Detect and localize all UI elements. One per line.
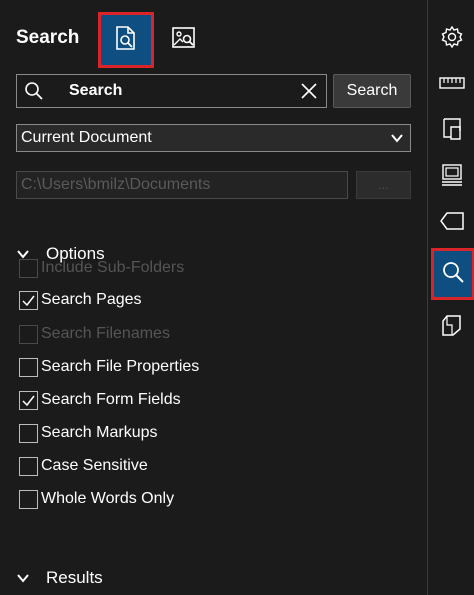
option-search-pages[interactable]: Search Pages [19,288,142,312]
chevron-down-icon [390,131,404,150]
folder-path-field: C:\Users\bmilz\Documents [16,171,348,199]
option-label: Search Markups [41,424,158,441]
rail-stamp-button[interactable] [428,154,474,200]
checkbox-unchecked[interactable] [19,456,38,476]
option-label: Search File Properties [41,358,200,375]
rail-search-button[interactable] [431,248,474,300]
option-search-file-properties[interactable]: Search File Properties [19,355,199,379]
option-label: Search Filenames [41,325,170,342]
check-icon [22,395,35,406]
option-label: Case Sensitive [41,457,148,474]
rail-shape-button[interactable] [428,304,474,350]
checkbox-unchecked [19,324,38,344]
checkbox-unchecked[interactable] [19,423,38,443]
rail-tag-button[interactable] [428,200,474,246]
tag-icon [439,211,465,236]
checkbox-checked[interactable] [19,290,38,310]
results-section-header[interactable]: Results [16,564,103,592]
checkbox-unchecked[interactable] [19,489,38,509]
results-label: Results [46,568,103,587]
image-search-button[interactable] [156,12,212,68]
option-whole-words-only[interactable]: Whole Words Only [19,487,174,511]
search-box [16,74,327,108]
search-input[interactable] [51,76,292,106]
option-case-sensitive[interactable]: Case Sensitive [19,454,148,478]
ruler-icon [438,75,465,96]
rail-measure-button[interactable] [428,62,474,108]
gear-icon [440,25,464,54]
option-search-form-fields[interactable]: Search Form Fields [19,388,181,412]
search-button[interactable]: Search [333,74,411,108]
option-search-filenames: Search Filenames [19,322,170,346]
image-search-icon [171,26,197,55]
chevron-down-icon [16,571,46,585]
shape-icon [440,313,464,342]
checkbox-unchecked[interactable] [19,357,38,377]
document-search-button[interactable] [98,12,154,68]
pages-icon [441,117,463,146]
check-icon [22,295,35,306]
scope-dropdown[interactable]: Current Document [16,124,411,152]
panel-title: Search [16,27,80,48]
option-label: Search Pages [41,291,142,308]
panel-header: Search [0,12,427,68]
option-include-sub-folders: Include Sub-Folders [19,256,184,280]
clear-icon[interactable] [292,75,326,107]
checkbox-unchecked [19,258,38,278]
scope-selected: Current Document [21,129,152,146]
option-search-markups[interactable]: Search Markups [19,421,158,445]
option-label: Search Form Fields [41,391,181,408]
search-panel: Search Search Search Current Document C:… [0,0,427,595]
stamp-icon [440,163,464,192]
tool-rail [427,0,474,595]
rail-settings-button[interactable] [428,16,474,62]
search-icon [441,260,465,289]
magnifier-icon [17,75,51,107]
checkbox-checked[interactable] [19,390,38,410]
rail-pages-button[interactable] [428,108,474,154]
document-search-icon [114,25,138,56]
option-label: Include Sub-Folders [41,259,185,276]
browse-button: ... [356,171,411,199]
option-label: Whole Words Only [41,490,175,507]
